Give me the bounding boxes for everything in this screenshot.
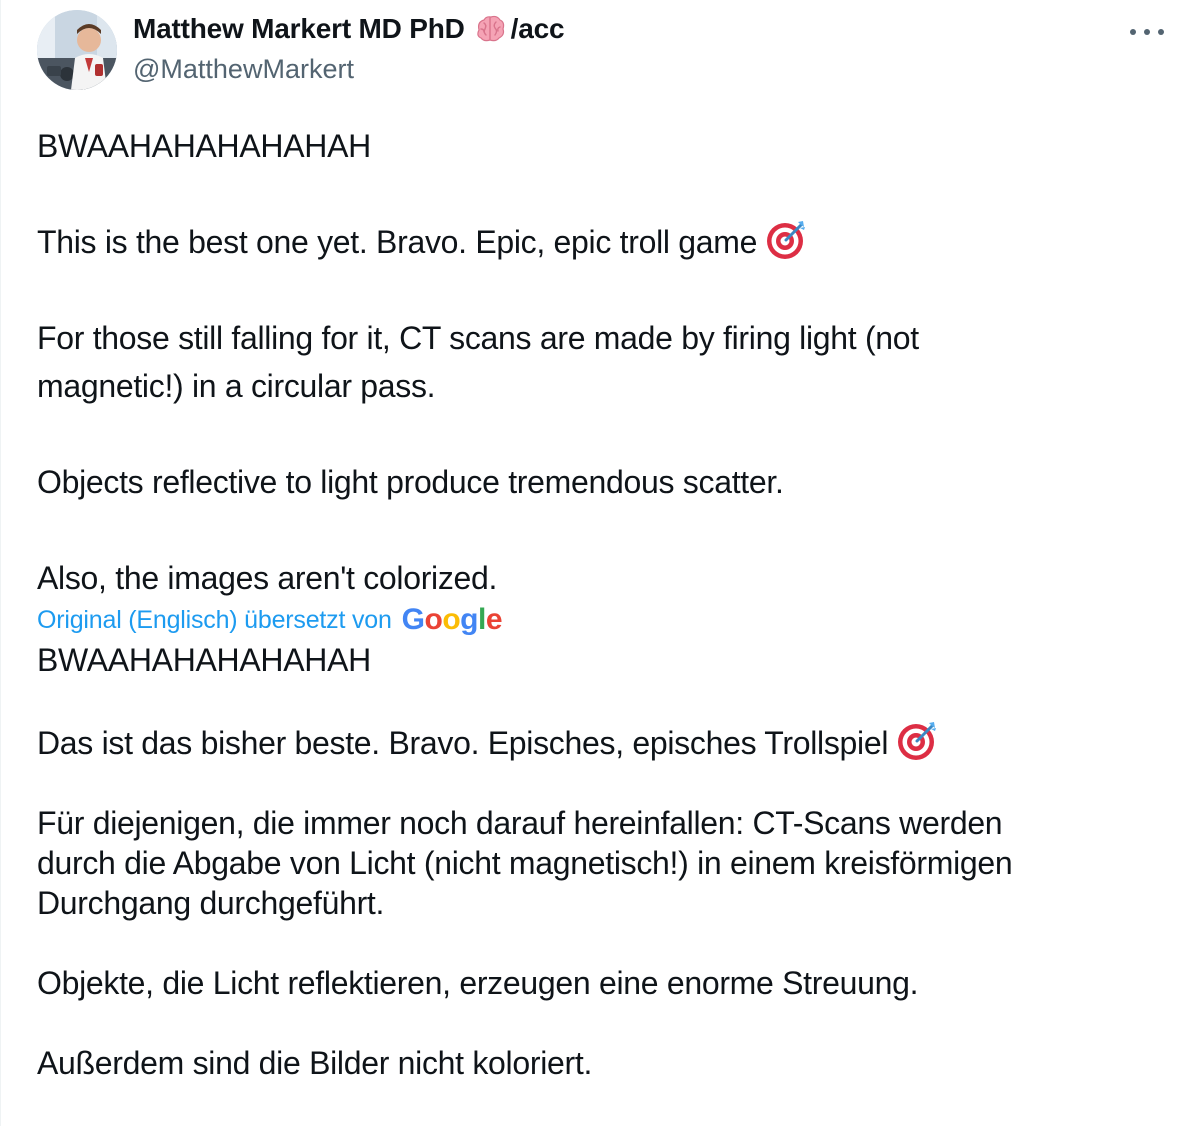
more-dot xyxy=(1144,29,1150,35)
translated-line-3b: durch die Abgabe von Licht (nicht magnet… xyxy=(37,845,1013,881)
google-logo-letter: G xyxy=(401,603,425,636)
google-logo-letter: o xyxy=(442,603,461,636)
author-name-suffix[interactable]: /acc xyxy=(511,13,565,45)
translated-line-3c: Durchgang durchgeführt. xyxy=(37,885,385,921)
google-logo-letter: l xyxy=(478,603,486,636)
original-line-2: This is the best one yet. Bravo. Epic, e… xyxy=(37,218,1167,266)
author-name[interactable]: Matthew Markert MD PhD xyxy=(133,13,465,45)
original-line-3b: magnetic!) in a circular pass. xyxy=(37,368,436,404)
translated-line-2-text: Das ist das bisher beste. Bravo. Epische… xyxy=(37,725,889,761)
author-name-row[interactable]: Matthew Markert MD PhD /acc xyxy=(133,12,565,46)
original-line-4: Objects reflective to light produce trem… xyxy=(37,464,784,500)
original-line-1: BWAAHAHAHAHAHAH xyxy=(37,128,371,164)
translation-original-link[interactable]: Original (Englisch) übersetzt von xyxy=(37,606,392,635)
translated-line-5: Außerdem sind die Bilder nicht koloriert… xyxy=(37,1045,593,1081)
google-logo: Google xyxy=(401,603,503,637)
avatar-photo xyxy=(37,10,117,90)
google-logo-letter: o xyxy=(424,603,443,636)
author-handle[interactable]: @MatthewMarkert xyxy=(133,54,354,85)
google-logo-letter: e xyxy=(485,603,503,636)
translated-line-3a: Für diejenigen, die immer noch darauf he… xyxy=(37,805,1003,841)
direct-hit-emoji-icon xyxy=(765,219,807,261)
direct-hit-emoji-icon xyxy=(896,720,938,762)
more-options-button[interactable] xyxy=(1130,22,1164,42)
original-line-3a: For those still falling for it, CT scans… xyxy=(37,320,919,356)
original-line-2-text: This is the best one yet. Bravo. Epic, e… xyxy=(37,224,758,260)
translated-line-1: BWAAHAHAHAHAHAH xyxy=(37,642,371,678)
brain-emoji-icon xyxy=(473,12,507,46)
tweet-card: Matthew Markert MD PhD /acc @MatthewMark… xyxy=(0,0,1200,1126)
translated-line-4: Objekte, die Licht reflektieren, erzeuge… xyxy=(37,965,919,1001)
avatar[interactable] xyxy=(37,10,117,90)
translation-attribution: Original (Englisch) übersetzt von Google xyxy=(37,596,1167,644)
translated-line-2: Das ist das bisher beste. Bravo. Epische… xyxy=(37,720,1167,763)
tweet-text: BWAAHAHAHAHAHAH This is the best one yet… xyxy=(37,122,1167,1083)
more-dot xyxy=(1158,29,1164,35)
google-logo-letter: g xyxy=(460,603,478,636)
more-horizontal-icon xyxy=(1130,29,1136,35)
original-line-5: Also, the images aren't colorized. xyxy=(37,560,498,596)
